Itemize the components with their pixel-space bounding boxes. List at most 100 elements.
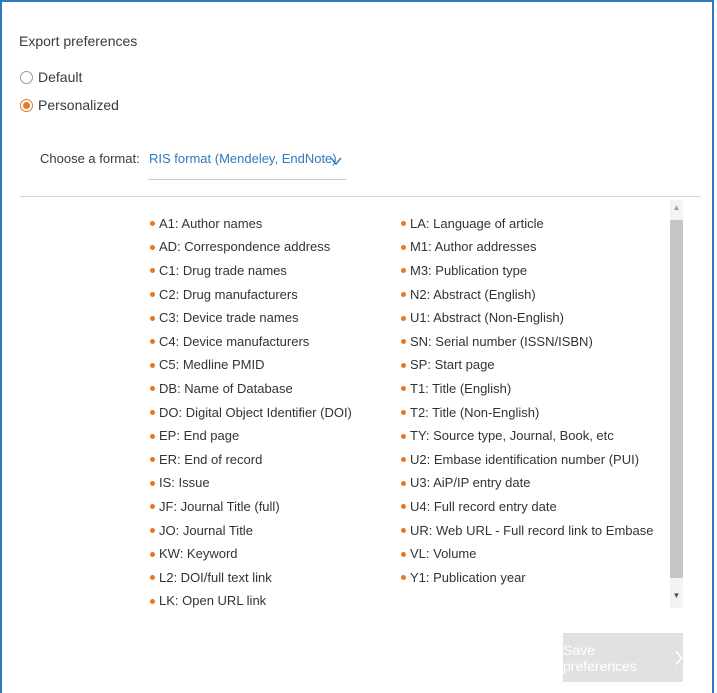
format-select[interactable]: RIS format (Mendeley, EndNote) [148,148,346,180]
bullet-icon [401,551,406,557]
format-select-value: RIS format (Mendeley, EndNote) [149,151,337,166]
field-list-item: Y1: Publication year [401,566,653,590]
bullet-icon [401,339,406,345]
field-list-item: T1: Title (English) [401,377,653,401]
bullet-icon [150,292,155,298]
bullet-icon [401,480,406,486]
bullet-icon [150,504,155,510]
field-list-item: UR: Web URL - Full record link to Embase [401,519,653,543]
bullet-icon [150,362,155,368]
field-label: C5: Medline PMID [159,357,265,373]
save-preferences-button[interactable]: Save preferences [563,633,683,682]
field-label: KW: Keyword [159,546,238,562]
bullet-icon [150,221,155,227]
field-label: ER: End of record [159,451,263,467]
field-label: C3: Device trade names [159,310,299,326]
field-list-item: M3: Publication type [401,259,653,283]
bullet-icon [150,528,155,534]
field-list-item: C4: Device manufacturers [150,330,352,354]
field-list-item: T2: Title (Non-English) [401,401,653,425]
bullet-icon [150,598,155,604]
field-label: LK: Open URL link [159,593,267,609]
field-list-item: C1: Drug trade names [150,259,352,283]
field-label: AD: Correspondence address [159,239,331,255]
field-label: TY: Source type, Journal, Book, etc [410,428,614,444]
field-label: DO: Digital Object Identifier (DOI) [159,404,352,420]
field-list-item: C3: Device trade names [150,306,352,330]
bullet-icon [150,457,155,463]
field-label: JO: Journal Title [159,522,253,538]
radio-default-label: Default [38,69,83,85]
chevron-down-icon[interactable] [329,156,343,166]
bullet-icon [401,433,406,439]
bullet-icon [150,339,155,345]
field-list-item: TY: Source type, Journal, Book, etc [401,424,653,448]
bullet-icon [150,551,155,557]
radio-default[interactable]: Default [20,69,82,85]
field-list-item: EP: End page [150,424,352,448]
field-label: EP: End page [159,428,240,444]
field-label: M1: Author addresses [410,239,537,255]
field-label: N2: Abstract (English) [410,286,536,302]
bullet-icon [401,292,406,298]
field-list-item: SP: Start page [401,354,653,378]
bullet-icon [150,433,155,439]
bullet-icon [401,528,406,534]
format-label: Choose a format: [40,151,140,166]
bullet-icon [150,410,155,416]
export-preferences-panel: Export preferences Default Personalized … [0,0,714,693]
field-list-left: A1: Author names AD: Correspondence addre… [150,212,352,613]
field-list-item: IS: Issue [150,472,352,496]
bullet-icon [150,575,155,581]
field-list-item: C5: Medline PMID [150,354,352,378]
scroll-down-arrow-icon[interactable]: ▼ [670,588,683,604]
field-list-item: M1: Author addresses [401,236,653,260]
bullet-icon [401,504,406,510]
divider [20,196,701,197]
field-label: C2: Drug manufacturers [159,286,298,302]
field-list-right: LA: Language of article M1: Author addres… [401,212,653,590]
field-list-item: AD: Correspondence address [150,236,352,260]
field-list-item: A1: Author names [150,212,352,236]
scroll-up-arrow-icon[interactable]: ▲ [670,200,683,216]
bullet-icon [401,410,406,416]
field-label: C4: Device manufacturers [159,333,310,349]
field-list-item: U4: Full record entry date [401,495,653,519]
field-list-item: L2: DOI/full text link [150,566,352,590]
field-label: IS: Issue [159,475,210,491]
bullet-icon [401,315,406,321]
field-label: A1: Author names [159,215,263,231]
section-title: Export preferences [19,33,138,49]
bullet-icon [150,244,155,250]
radio-personalized-indicator[interactable] [20,98,33,112]
field-label: UR: Web URL - Full record link to Embase [410,522,654,538]
bullet-icon [401,386,406,392]
field-label: M3: Publication type [410,262,528,278]
bullet-icon [150,480,155,486]
radio-personalized[interactable]: Personalized [20,97,119,113]
field-label: U2: Embase identification number (PUI) [410,451,640,467]
field-list-item: DB: Name of Database [150,377,352,401]
bullet-icon [401,575,406,581]
bullet-icon [401,362,406,368]
radio-personalized-label: Personalized [38,97,119,113]
bullet-icon [150,386,155,392]
field-label: Y1: Publication year [410,569,526,585]
bullet-icon [401,244,406,250]
field-list-item: JF: Journal Title (full) [150,495,352,519]
field-label: SN: Serial number (ISSN/ISBN) [410,333,593,349]
field-list-item: JO: Journal Title [150,519,352,543]
field-label: DB: Name of Database [159,380,293,396]
field-list-item: DO: Digital Object Identifier (DOI) [150,401,352,425]
bullet-icon [401,268,406,274]
scrollbar-thumb[interactable] [670,220,683,578]
field-label: U3: AiP/IP entry date [410,475,531,491]
field-list-item: VL: Volume [401,542,653,566]
field-label: L2: DOI/full text link [159,569,272,585]
radio-default-indicator[interactable] [20,70,33,84]
field-label: C1: Drug trade names [159,262,287,278]
field-list-item: ER: End of record [150,448,352,472]
field-list-item: U2: Embase identification number (PUI) [401,448,653,472]
field-label: T2: Title (Non-English) [410,404,540,420]
bullet-icon [401,221,406,227]
